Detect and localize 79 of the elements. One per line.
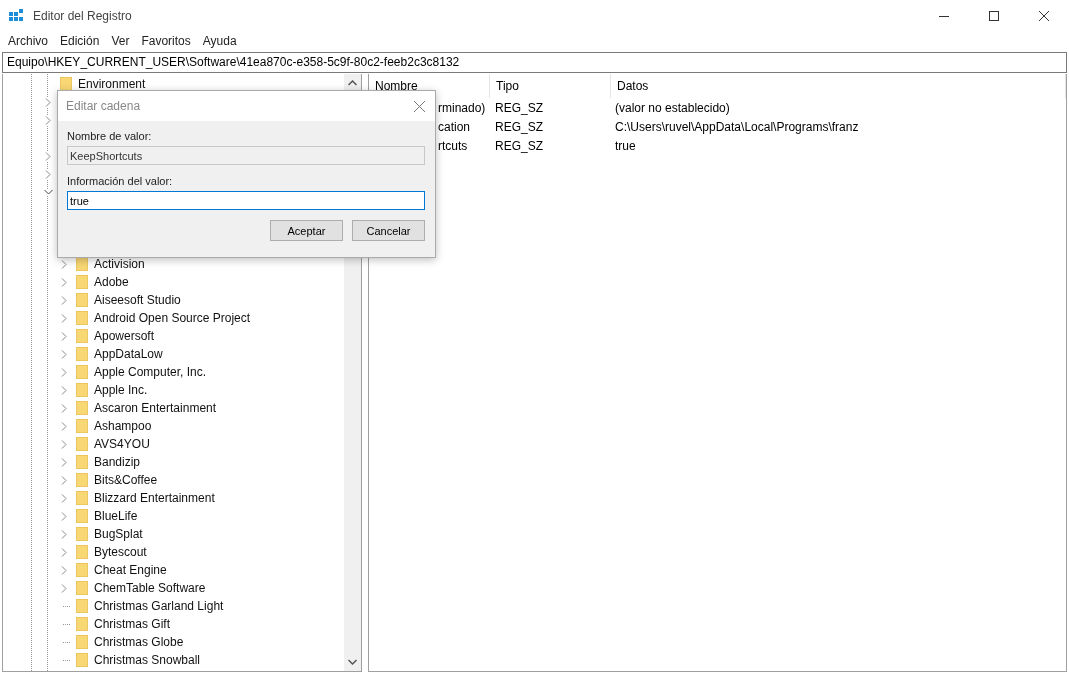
address-bar[interactable]: Equipo\HKEY_CURRENT_USER\Software\41ea870c-e358-5c9f-80c2-feeb2c3c8132 (2, 52, 1067, 73)
table-cell-text: REG_SZ (494, 100, 544, 115)
folder-icon (76, 383, 88, 397)
folder-icon (76, 599, 88, 613)
tree-item[interactable]: Christmas Gift (94, 617, 170, 631)
folder-icon (76, 437, 88, 451)
column-header[interactable]: Tipo (490, 74, 611, 98)
folder-icon (76, 635, 88, 649)
folder-icon (76, 473, 88, 487)
tree-item[interactable]: Bandizip (94, 455, 141, 469)
registry-icon (8, 8, 24, 24)
tree-item[interactable]: Christmas Snowball (94, 653, 201, 667)
tree-item[interactable]: AVS4YOU (94, 437, 150, 451)
tree-item[interactable]: Ashampoo (94, 419, 152, 433)
tree-item[interactable]: AppDataLow (94, 347, 163, 361)
table-cell-text: REG_SZ (494, 119, 544, 134)
tree-item[interactable]: Cheat Engine (94, 563, 167, 577)
table-cell-text: rtcuts (438, 138, 469, 153)
folder-icon (76, 275, 88, 289)
tree-item[interactable]: Aiseesoft Studio (94, 293, 181, 307)
tree-item[interactable]: Apowersoft (94, 329, 155, 343)
scroll-up-icon[interactable] (348, 80, 357, 86)
folder-icon (76, 365, 88, 379)
table-cell-text: REG_SZ (494, 138, 544, 153)
field-label: Información del valor: (67, 175, 174, 187)
table-cell-text: rminado) (438, 100, 487, 115)
window-title: Editor del Registro (33, 9, 132, 23)
dialog-button[interactable]: Cancelar (352, 220, 425, 241)
tree-item[interactable]: BlueLife (94, 509, 138, 523)
collapse-icon[interactable] (43, 189, 53, 195)
tree-item[interactable]: Adobe (94, 275, 129, 289)
close-icon[interactable] (414, 100, 425, 112)
folder-icon (76, 563, 88, 577)
tree-item[interactable]: BugSplat (94, 527, 143, 541)
close-icon (1039, 11, 1049, 21)
tree-item[interactable]: Christmas Globe (94, 635, 184, 649)
menu-item[interactable]: Archivo (2, 34, 54, 48)
folder-icon (76, 653, 88, 667)
tree-item[interactable]: Apple Computer, Inc. (94, 365, 207, 379)
folder-icon (76, 509, 88, 523)
table-cell-text: (valor no establecido) (614, 100, 731, 115)
table-cell-text: C:\Users\ruvel\AppData\Local\Programs\franz (614, 119, 860, 134)
table-cell-text: true (614, 138, 637, 153)
value-data-field[interactable]: true (67, 191, 425, 210)
tree-item[interactable]: Apple Inc. (94, 383, 148, 397)
folder-icon (76, 581, 88, 595)
dialog-title: Editar cadena (66, 99, 141, 113)
folder-icon (76, 491, 88, 505)
column-header[interactable]: Datos (611, 74, 1066, 98)
tree-item[interactable]: Environment (78, 77, 146, 91)
folder-icon (76, 455, 88, 469)
folder-icon (76, 419, 88, 433)
menu-item[interactable]: Ayuda (196, 34, 243, 48)
tree-item[interactable]: Christmas Garland Light (94, 599, 224, 613)
tree-item[interactable]: Bytescout (94, 545, 147, 559)
folder-icon (76, 617, 88, 631)
folder-icon (76, 311, 88, 325)
menu-item[interactable]: Edición (54, 34, 106, 48)
folder-icon (76, 347, 88, 361)
folder-icon (76, 329, 88, 343)
table-cell-text: cation (438, 119, 472, 134)
maximize-icon (989, 11, 999, 21)
folder-icon (76, 545, 88, 559)
tree-item[interactable]: Ascaron Entertainment (94, 401, 217, 415)
field-label: Nombre de valor: (67, 130, 153, 142)
folder-icon (76, 401, 88, 415)
tree-item[interactable]: Blizzard Entertainment (94, 491, 215, 505)
folder-icon (60, 77, 72, 91)
tree-item[interactable]: ChemTable Software (94, 581, 206, 595)
value-name-field[interactable]: KeepShortcuts (67, 146, 425, 165)
menu-item[interactable]: Ver (105, 34, 136, 48)
tree-item[interactable]: Android Open Source Project (94, 311, 251, 325)
tree-item[interactable]: Bits&Coffee (94, 473, 158, 487)
menu-item[interactable]: Favoritos (135, 34, 197, 48)
dialog-button[interactable]: Aceptar (270, 220, 343, 241)
folder-icon (76, 293, 88, 307)
scroll-down-icon[interactable] (348, 659, 357, 665)
tree-item[interactable]: Activision (94, 257, 145, 271)
folder-icon (76, 527, 88, 541)
